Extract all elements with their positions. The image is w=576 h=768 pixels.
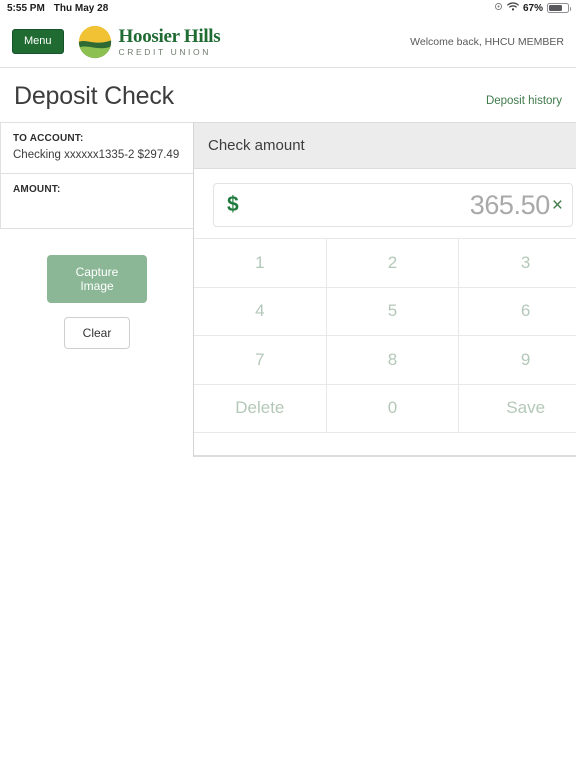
keypad-key-6[interactable]: 6 (459, 287, 576, 336)
status-bar-right: 67% (494, 2, 571, 14)
wifi-icon (507, 2, 519, 14)
keypad-footer (194, 433, 576, 456)
deposit-history-link[interactable]: Deposit history (486, 95, 562, 107)
page-title: Deposit Check (14, 82, 174, 110)
amount-entered-value: 365.50 (469, 189, 551, 220)
to-account-label: TO ACCOUNT: (13, 133, 84, 144)
brand-subtitle: CREDIT UNION (118, 46, 211, 57)
menu-button[interactable]: Menu (12, 29, 64, 54)
battery-percent-label: 67% (522, 2, 543, 14)
check-amount-keypad-modal: Check amount $ 365.50 × 1 2 3 4 5 6 7 8 9 Delete 0… (193, 122, 576, 457)
keypad-key-7[interactable]: 7 (194, 336, 327, 385)
status-date: Thu May 28 (53, 2, 109, 14)
keypad-key-3[interactable]: 3 (459, 239, 576, 288)
welcome-message: Welcome back, HHCU MEMBER (410, 35, 564, 48)
keypad-key-delete[interactable]: Delete (194, 384, 327, 433)
rotation-lock-icon (494, 2, 503, 14)
page-title-row: Deposit Check Deposit history (0, 68, 576, 123)
keypad-key-save[interactable]: Save (459, 384, 576, 433)
content-area: TO ACCOUNT: Checking xxxxxx1335-2 $297.4… (0, 122, 576, 768)
brand-name: Hoosier Hills (118, 25, 221, 47)
to-account-value: Checking xxxxxx1335-2 $297.49 (13, 149, 180, 161)
status-bar-left: 5:55 PM Thu May 28 (7, 3, 108, 14)
hoosier-hills-logo-icon (78, 25, 112, 59)
keypad-key-8[interactable]: 8 (326, 336, 460, 385)
currency-symbol: $ (227, 193, 239, 216)
keypad-key-4[interactable]: 4 (194, 287, 327, 336)
amount-display-wrapper: $ 365.50 × (194, 169, 576, 238)
clear-amount-icon[interactable]: × (552, 196, 563, 215)
to-account-field[interactable]: TO ACCOUNT: Checking xxxxxx1335-2 $297.4… (0, 122, 194, 174)
app-header: Menu Hoosier Hills CREDIT UNION Welcome … (0, 16, 576, 68)
keypad-grid: 1 2 3 4 5 6 7 8 9 Delete 0 Save (194, 238, 576, 433)
battery-icon (547, 3, 571, 13)
keypad-key-2[interactable]: 2 (326, 239, 460, 288)
clear-button[interactable]: Clear (63, 317, 131, 349)
keypad-key-1[interactable]: 1 (194, 239, 327, 288)
brand-logo[interactable]: Hoosier Hills CREDIT UNION (78, 25, 221, 59)
status-bar: 5:55 PM Thu May 28 67% (0, 0, 576, 16)
amount-input[interactable]: $ 365.50 × (213, 183, 573, 227)
capture-image-button[interactable]: Capture Image (47, 255, 147, 303)
keypad-title: Check amount (194, 123, 576, 169)
amount-label: AMOUNT: (13, 184, 61, 195)
keypad-key-5[interactable]: 5 (326, 287, 460, 336)
form-actions: Capture Image Clear (0, 255, 194, 349)
amount-field[interactable]: AMOUNT: (0, 173, 194, 229)
deposit-form-panel: TO ACCOUNT: Checking xxxxxx1335-2 $297.4… (0, 122, 194, 349)
status-time: 5:55 PM (7, 2, 45, 14)
keypad-key-0[interactable]: 0 (326, 384, 460, 433)
keypad-key-9[interactable]: 9 (459, 336, 576, 385)
